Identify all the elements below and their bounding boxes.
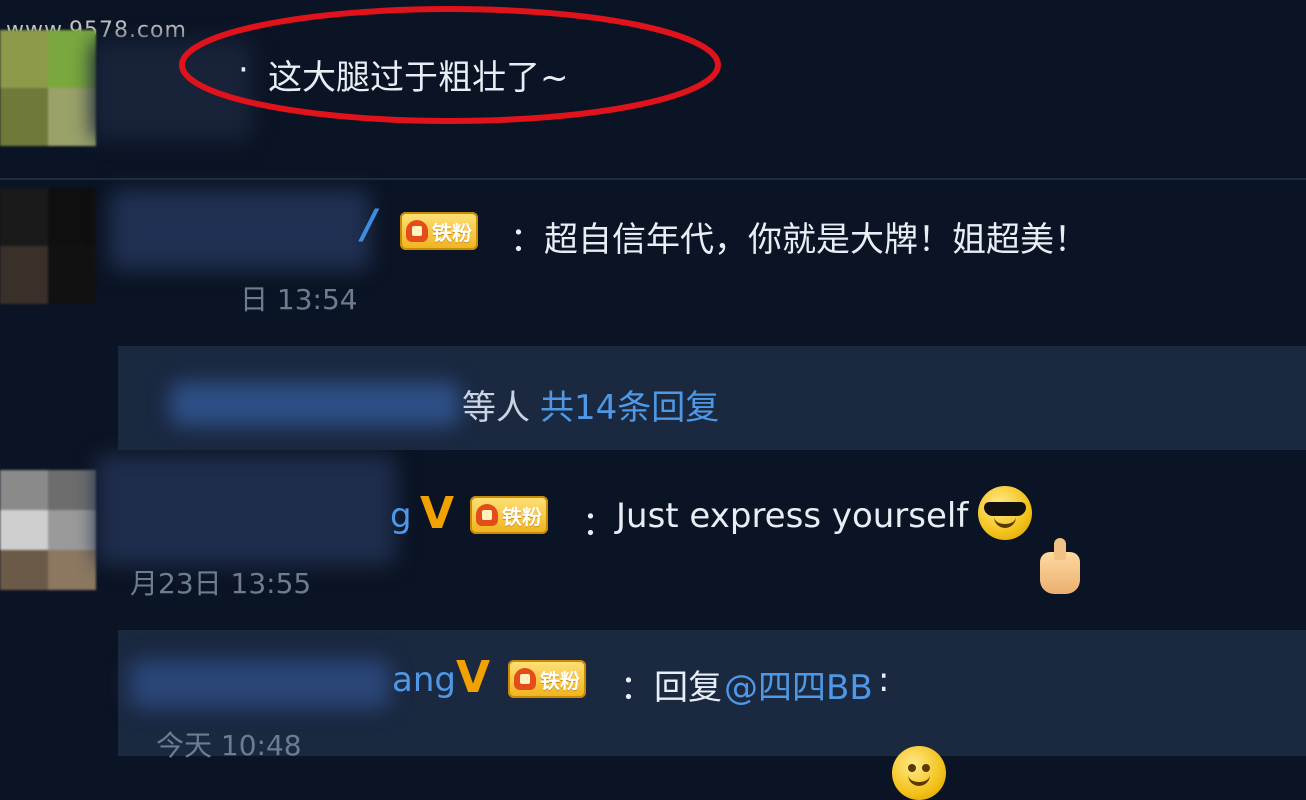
badge-label: 铁粉 — [432, 220, 472, 245]
cool-smiley-icon — [978, 486, 1032, 540]
blurred-username-3 — [96, 455, 396, 565]
comment-3-time: 月23日 13:55 — [130, 567, 312, 600]
badge-label: 铁粉 — [540, 668, 580, 693]
avatar-commenter-2[interactable] — [0, 188, 96, 304]
blurred-reply-username — [130, 660, 390, 708]
reply-count-link[interactable]: 共14条回复 — [540, 380, 719, 429]
comment-3-username[interactable]: g — [390, 496, 412, 536]
divider — [0, 178, 1306, 180]
smiley-icon — [892, 746, 946, 800]
comment-3-text: Just express yourself ! — [616, 496, 993, 536]
badge-heart-icon — [406, 220, 428, 242]
avatar-commenter-3[interactable] — [0, 470, 96, 590]
badge-heart-icon — [476, 504, 498, 526]
vip-v-icon-2: V — [456, 652, 491, 703]
vip-v-icon: V — [420, 488, 455, 539]
reply-username[interactable]: ang — [392, 660, 456, 700]
reply-mention-link[interactable]: @四四BB — [724, 660, 873, 709]
avatar-commenter-1[interactable] — [0, 30, 96, 146]
reply-text-suffix: : — [878, 660, 890, 700]
highlight-circle — [179, 6, 721, 124]
blurred-username-2 — [110, 190, 370, 270]
thumbs-up-icon — [1040, 538, 1080, 594]
verified-v-icon: / — [362, 202, 377, 248]
fan-badge-icon[interactable]: 铁粉 — [400, 212, 478, 250]
comment-2-time: 日 13:54 — [240, 283, 358, 316]
blurred-reply-users — [170, 382, 460, 426]
reply-summary-prefix: 等人 — [462, 388, 530, 428]
badge-heart-icon — [514, 668, 536, 690]
fan-badge-icon-2[interactable]: 铁粉 — [470, 496, 548, 534]
reply-text-prefix: 回复 — [654, 668, 722, 708]
comment-2-text: 超自信年代，你就是大牌！姐超美！ — [544, 220, 1088, 260]
comment-3-colon: ： — [582, 504, 616, 544]
reply-time: 今天 10:48 — [156, 729, 302, 762]
comment-2-colon: ： — [510, 220, 544, 260]
fan-badge-icon-3[interactable]: 铁粉 — [508, 660, 586, 698]
badge-label: 铁粉 — [502, 504, 542, 529]
reply-colon: ： — [620, 668, 654, 708]
